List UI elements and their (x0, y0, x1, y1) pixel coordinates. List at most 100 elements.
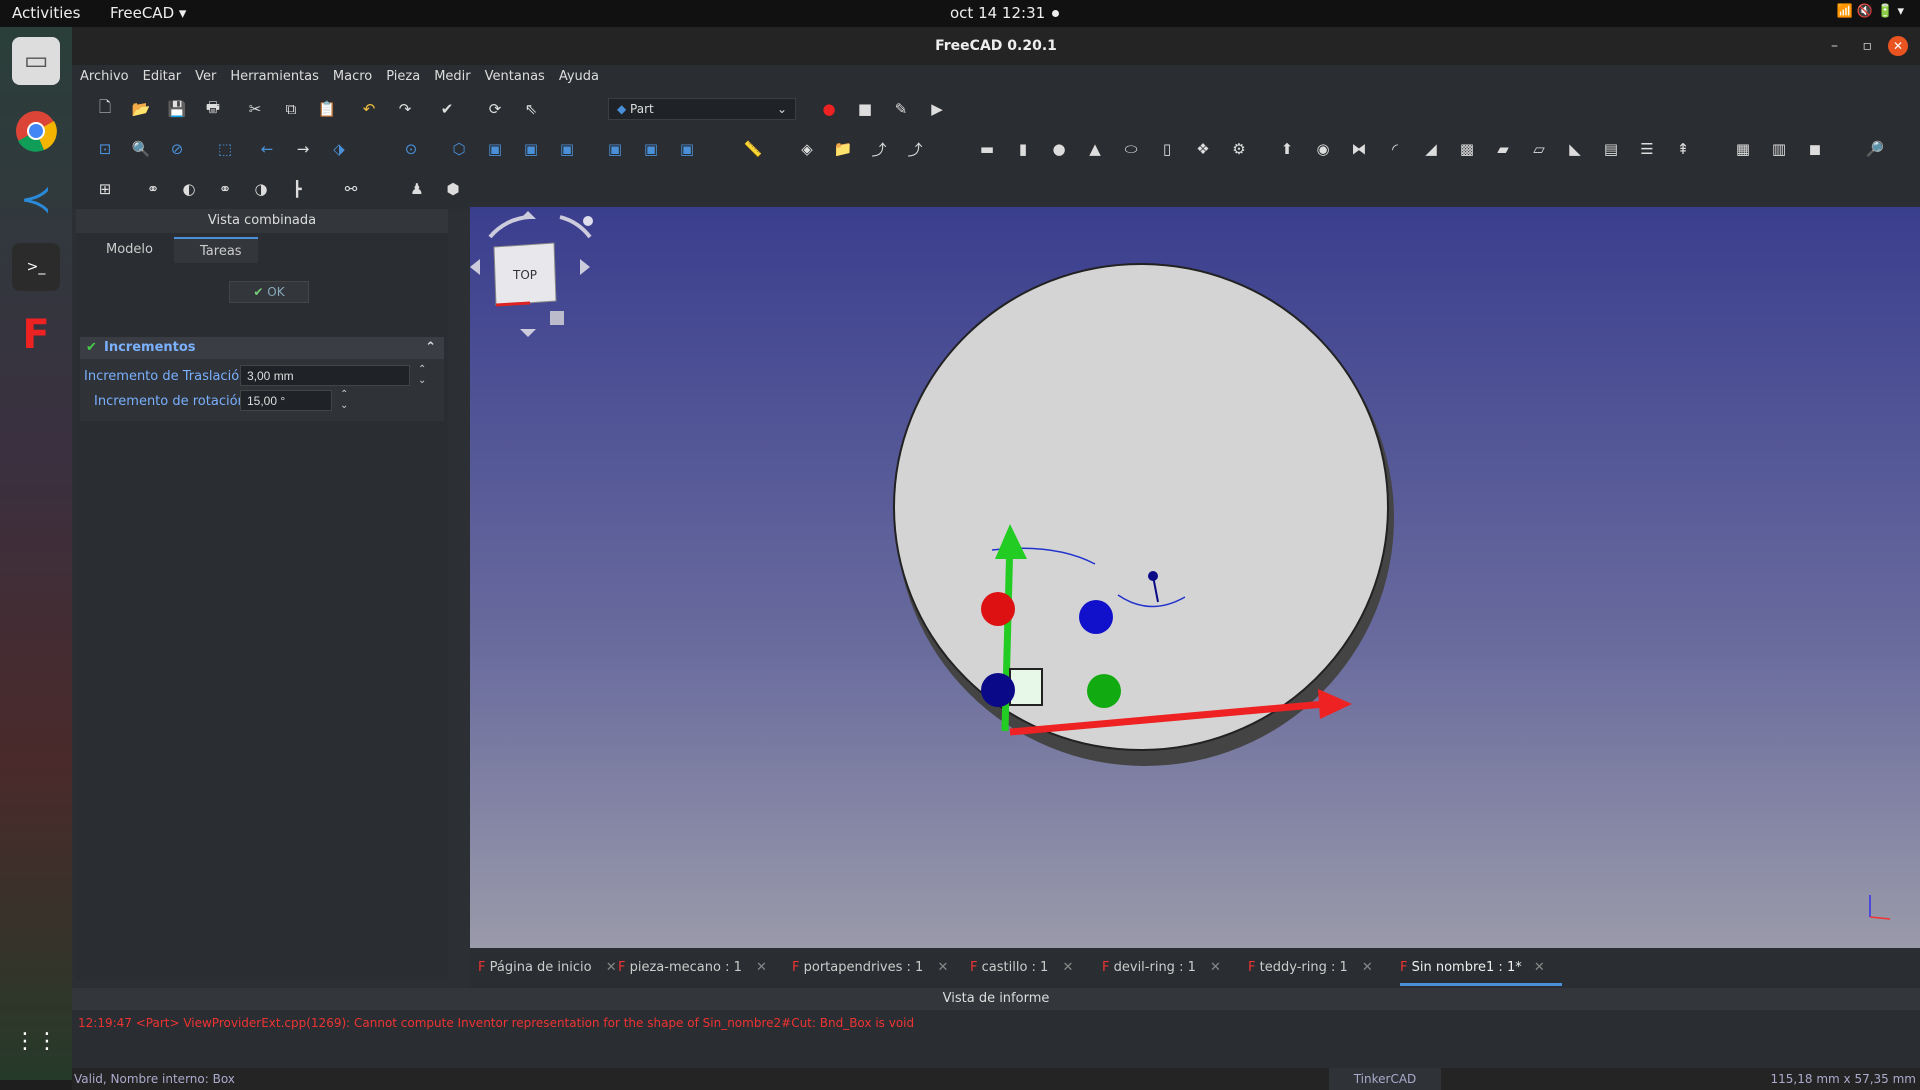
redo-icon[interactable]: ↷ (393, 97, 417, 121)
app-menu[interactable]: FreeCAD ▾ (110, 4, 186, 22)
menu-ayuda[interactable]: Ayuda (551, 65, 605, 84)
tube-icon[interactable]: ▯ (1155, 137, 1179, 161)
box-icon[interactable]: ▬ (975, 137, 999, 161)
minimize-button[interactable]: – (1831, 27, 1838, 65)
join-icon[interactable]: ┣ (285, 177, 309, 201)
menu-medir[interactable]: Medir (426, 65, 476, 84)
part-icon[interactable]: ◈ (795, 137, 819, 161)
section-icon[interactable]: ▤ (1599, 137, 1623, 161)
boolean-icon[interactable]: ⚭ (141, 177, 165, 201)
check-geometry-icon[interactable]: 🔎 (1863, 137, 1887, 161)
view-right-icon[interactable]: ▣ (555, 137, 579, 161)
close-button[interactable]: ✕ (1888, 36, 1908, 56)
new-file-icon[interactable]: 🗋 (93, 97, 117, 121)
cut-icon[interactable]: ✂ (243, 97, 267, 121)
menu-archivo[interactable]: Archivo (72, 65, 135, 84)
menu-macro[interactable]: Macro (325, 65, 378, 84)
run-macro-icon[interactable]: ▶ (925, 97, 949, 121)
edit-macro-icon[interactable]: ✎ (889, 97, 913, 121)
chrome-icon[interactable] (12, 107, 60, 155)
view-front-icon[interactable]: ▣ (483, 137, 507, 161)
menu-herramientas[interactable]: Herramientas (222, 65, 325, 84)
recompute-icon[interactable]: ⟳ (483, 97, 507, 121)
bounding-box-icon[interactable]: ⬚ (213, 137, 237, 161)
link-icon[interactable]: ⬗ (327, 137, 351, 161)
3d-view[interactable]: TOP (470, 207, 1920, 948)
scene-svg[interactable]: TOP (470, 207, 1920, 948)
collapse-icon[interactable]: ⌃ (425, 337, 436, 359)
doctab-devil-ring[interactable]: F devil-ring : 1 ✕ (1102, 960, 1221, 982)
activities-button[interactable]: Activities (12, 4, 80, 22)
measure-icon[interactable]: 📏 (741, 137, 765, 161)
view-left-icon[interactable]: ▣ (675, 137, 699, 161)
thickness-icon[interactable]: ▦ (1731, 137, 1755, 161)
doctab-portapendrives[interactable]: F portapendrives : 1 ✕ (792, 960, 948, 982)
link-make-icon[interactable]: ⤴ (867, 137, 891, 161)
tab-modelo[interactable]: Modelo (96, 237, 163, 263)
menu-pieza[interactable]: Pieza (378, 65, 426, 84)
offset-icon[interactable]: ⇞ (1671, 137, 1695, 161)
freecad-icon[interactable]: F (12, 311, 60, 359)
clock[interactable]: oct 14 12:31 (950, 4, 1045, 22)
group-icon[interactable]: 📁 (831, 137, 855, 161)
view-iso-icon[interactable]: ⬡ (447, 137, 471, 161)
view-rear-icon[interactable]: ▣ (603, 137, 627, 161)
view-bottom-icon[interactable]: ▣ (639, 137, 663, 161)
cone-icon[interactable]: ▲ (1083, 137, 1107, 161)
whats-this-icon[interactable]: ⇖ (519, 97, 543, 121)
doctab-teddy-ring[interactable]: F teddy-ring : 1 ✕ (1248, 960, 1373, 982)
split-icon[interactable]: ⚯ (339, 177, 363, 201)
record-macro-icon[interactable]: ● (817, 97, 841, 121)
common-icon[interactable]: ◑ (249, 177, 273, 201)
panel-header[interactable]: ✔ Incrementos ⌃ (80, 337, 444, 359)
make-face-icon[interactable]: ▩ (1455, 137, 1479, 161)
revolve-icon[interactable]: ◉ (1311, 137, 1335, 161)
menu-ver[interactable]: Ver (187, 65, 222, 84)
extrude-icon[interactable]: ⬆ (1275, 137, 1299, 161)
back-icon[interactable]: ← (255, 137, 279, 161)
doctab-sin-nombre1[interactable]: F Sin nombre1 : 1* ✕ (1400, 960, 1562, 986)
undo-icon[interactable]: ↶ (357, 97, 381, 121)
primitives-icon[interactable]: ❖ (1191, 137, 1215, 161)
paste-icon[interactable]: 📋 (315, 97, 339, 121)
vscode-icon[interactable]: ≺ (12, 175, 60, 223)
rotation-stepper[interactable]: ⌃ ⌄ (340, 389, 348, 411)
menu-ventanas[interactable]: Ventanas (477, 65, 551, 84)
forward-icon[interactable]: → (291, 137, 315, 161)
torus-icon[interactable]: ⬭ (1119, 137, 1143, 161)
save-icon[interactable]: 💾 (165, 97, 189, 121)
mirror-icon[interactable]: ⧓ (1347, 137, 1371, 161)
copy-icon[interactable]: ⧉ (279, 97, 303, 121)
fuse-icon[interactable]: ⚭ (213, 177, 237, 201)
menu-editar[interactable]: Editar (135, 65, 188, 84)
app-grid-icon[interactable]: ⋮⋮ (12, 1017, 60, 1065)
cut-boolean-icon[interactable]: ◐ (177, 177, 201, 201)
ruled-surface-icon[interactable]: ▰ (1491, 137, 1515, 161)
open-file-icon[interactable]: 📂 (129, 97, 153, 121)
compound-icon[interactable]: ⊞ (93, 177, 117, 201)
nav-cube[interactable]: TOP (470, 211, 593, 337)
ok-button[interactable]: ✔ OK (229, 281, 309, 303)
workbench-selector[interactable]: ◆ Part ⌄ (608, 98, 796, 120)
tab-tareas[interactable]: Tareas (174, 237, 258, 263)
doctab-castillo[interactable]: F castillo : 1 ✕ (970, 960, 1073, 982)
color-per-face-icon[interactable]: ⬢ (441, 177, 465, 201)
chamfer-icon[interactable]: ◢ (1419, 137, 1443, 161)
fit-all-icon[interactable]: ⊡ (93, 137, 117, 161)
link-sub-icon[interactable]: ⤴ (903, 137, 927, 161)
attachment-icon[interactable]: ♟ (405, 177, 429, 201)
files-icon[interactable]: ▭ (12, 37, 60, 85)
print-icon[interactable]: 🖶 (201, 97, 225, 121)
shape-builder-icon[interactable]: ⚙ (1227, 137, 1251, 161)
sphere-icon[interactable]: ● (1047, 137, 1071, 161)
fillet-icon[interactable]: ◜ (1383, 137, 1407, 161)
translation-stepper[interactable]: ⌃ ⌄ (418, 364, 426, 386)
view-top-icon[interactable]: ▣ (519, 137, 543, 161)
fit-selection-icon[interactable]: 🔍 (129, 137, 153, 161)
std-view-icon[interactable]: ⊙ (399, 137, 423, 161)
doctab-inicio[interactable]: F Página de inicio ✕ (478, 960, 617, 982)
cylinder-icon[interactable]: ▮ (1011, 137, 1035, 161)
translation-input[interactable] (240, 365, 410, 386)
terminal-icon[interactable]: >_ (12, 243, 60, 291)
maximize-button[interactable]: ▫ (1863, 27, 1873, 65)
